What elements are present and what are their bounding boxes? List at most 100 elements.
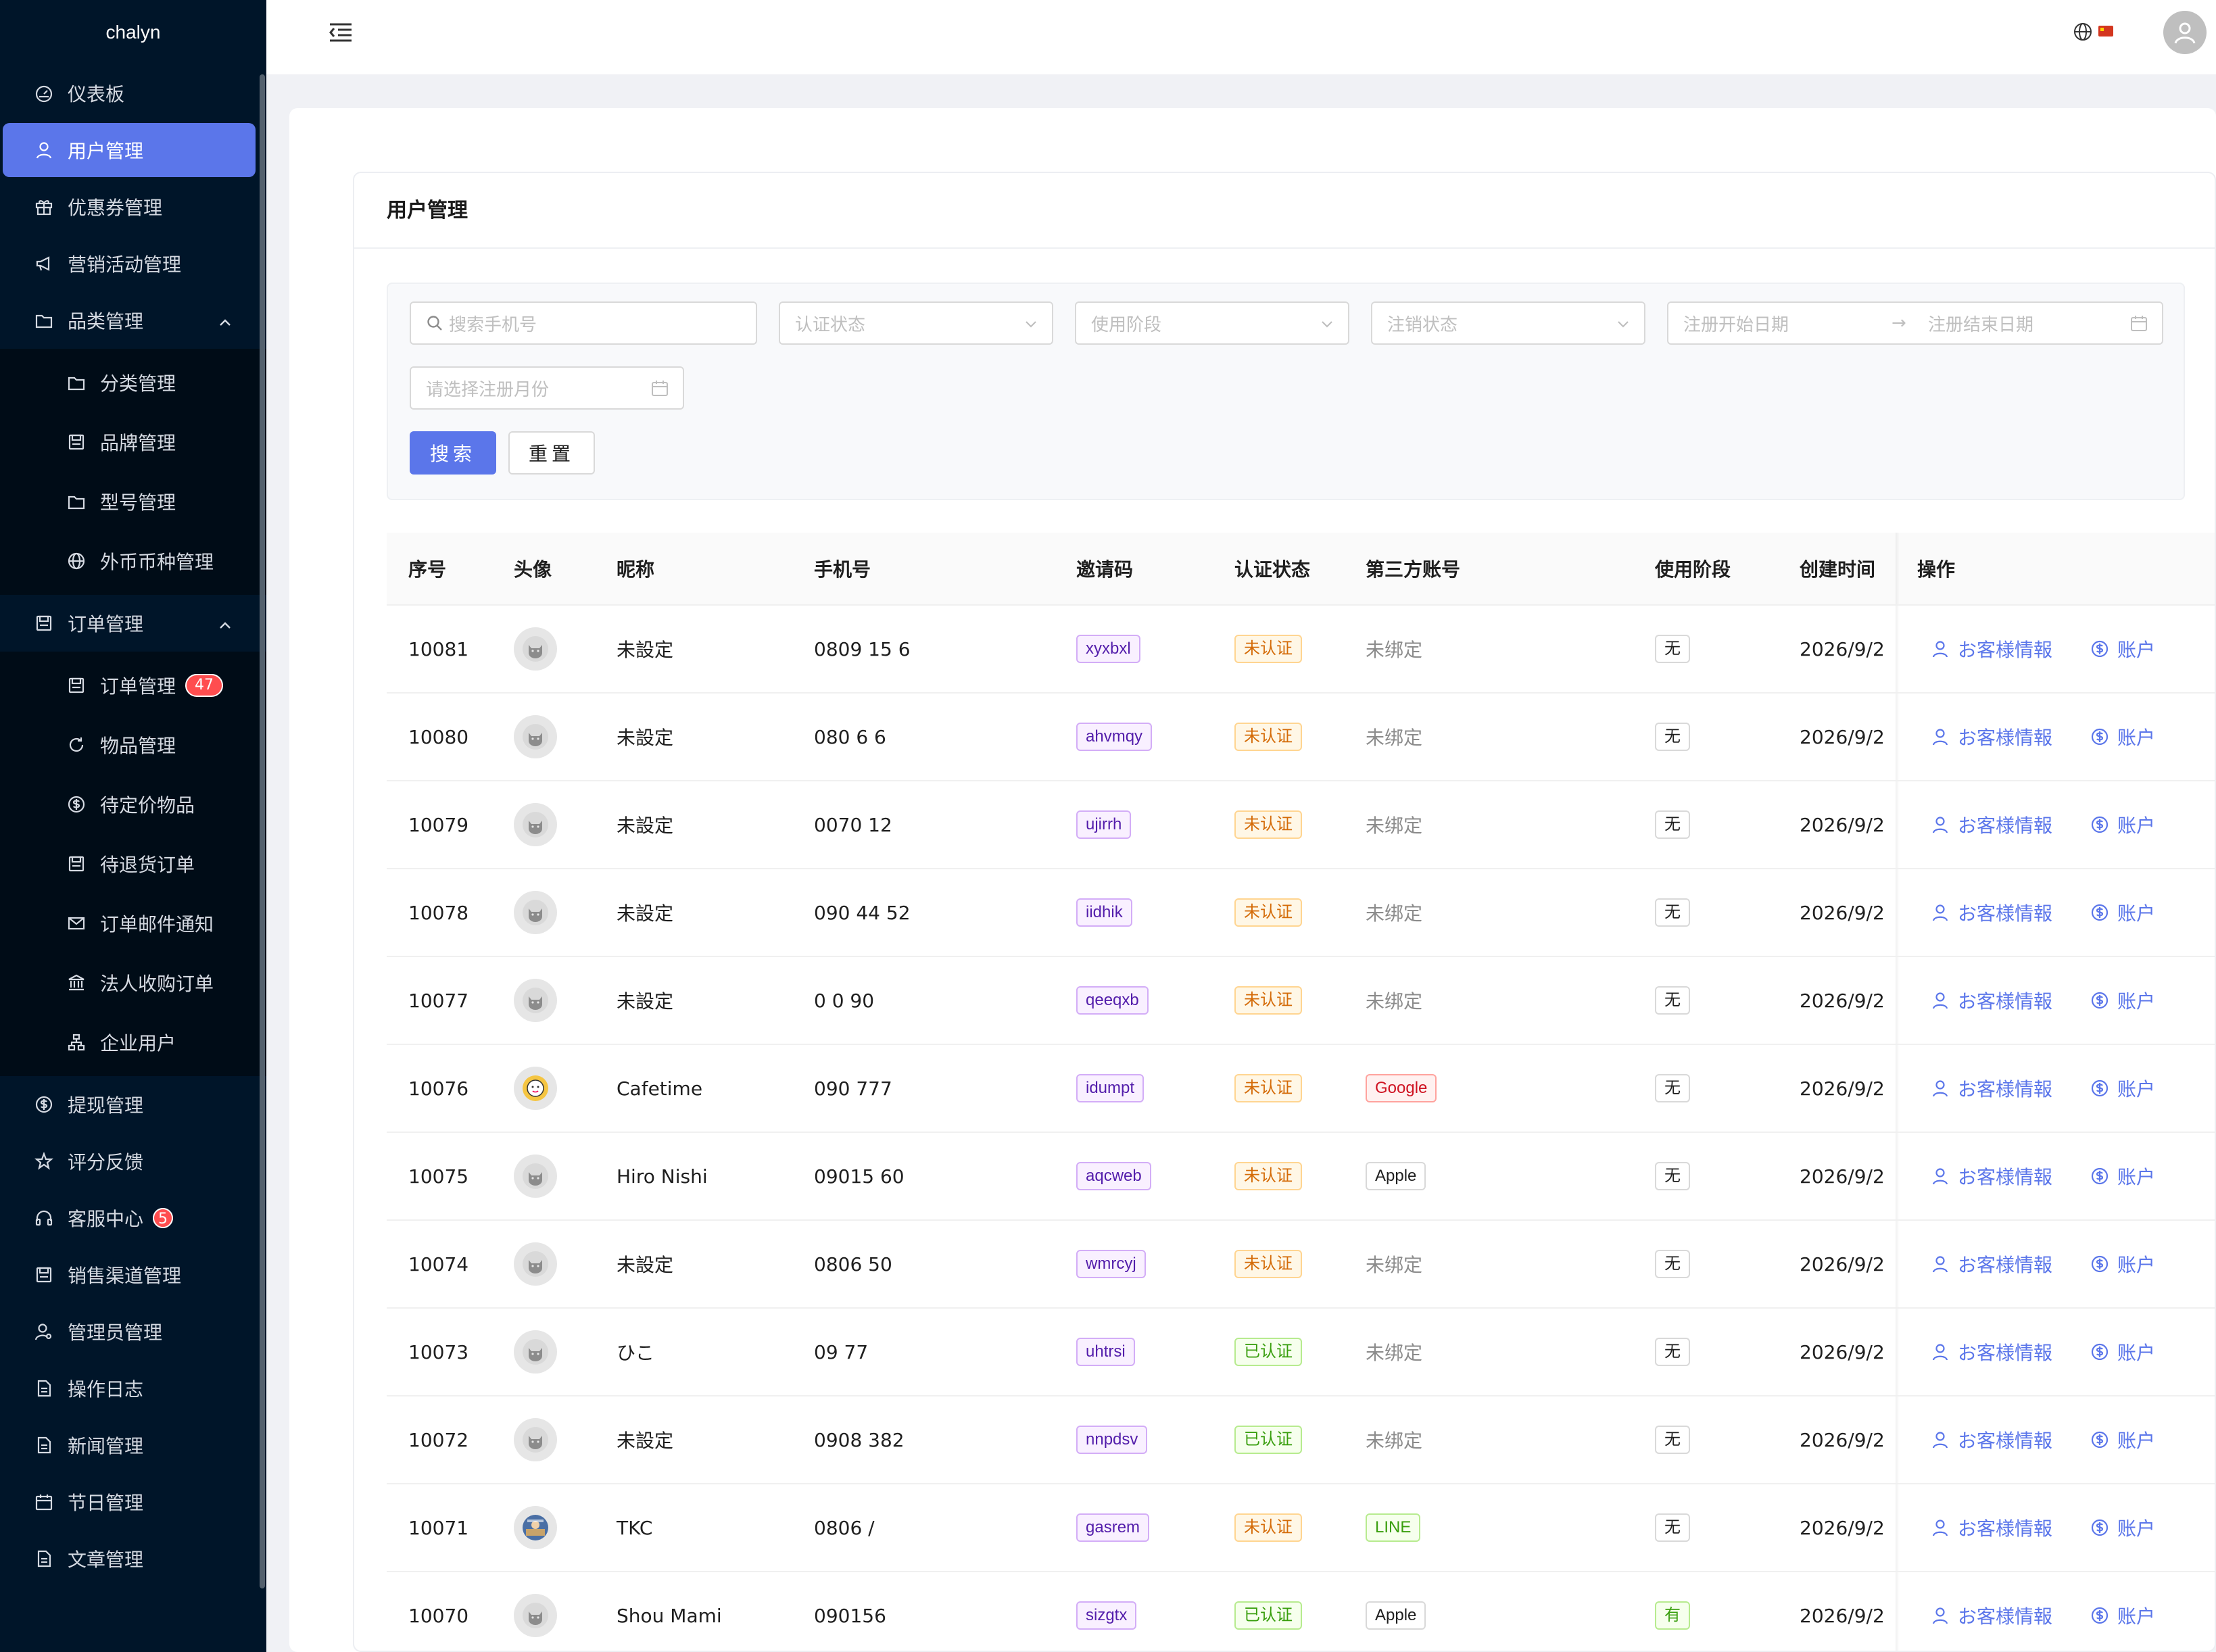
sidebar-item-19[interactable]: 客服中心 5 bbox=[0, 1190, 266, 1246]
customer-info-link[interactable]: お客様情報 bbox=[1931, 1514, 2052, 1541]
row-id: 10074 bbox=[408, 1253, 469, 1276]
table-row[interactable]: 10081 未設定 0809 15 6 xyxbxl 未认证 未绑定 无 2026/9/2 お客… bbox=[387, 606, 2215, 694]
end-date-placeholder[interactable]: 注册结束日期 bbox=[1928, 311, 2033, 336]
table-row[interactable]: 10074 未設定 0806 50 wmrcyj 未认证 未绑定 无 2026/9/2 お客様情… bbox=[387, 1221, 2215, 1309]
account-link[interactable]: 账户 bbox=[2090, 1426, 2155, 1453]
sidebar-item-3[interactable]: 营销活动管理 bbox=[0, 235, 266, 292]
sidebar-item-17[interactable]: 提现管理 bbox=[0, 1076, 266, 1133]
table-row[interactable]: 10072 未設定 0908 382 nnpdsv 已认证 未绑定 无 2026/9/2 お客様… bbox=[387, 1396, 2215, 1484]
sidebar-item-25[interactable]: 文章管理 bbox=[0, 1530, 266, 1587]
sidebar-item-5[interactable]: 分类管理 bbox=[0, 353, 266, 412]
sidebar-item-24[interactable]: 节日管理 bbox=[0, 1474, 266, 1530]
search-button[interactable]: 搜索 bbox=[410, 431, 496, 475]
sidebar-item-label: 新闻管理 bbox=[68, 1435, 144, 1457]
user-avatar-icon bbox=[514, 1418, 557, 1461]
sidebar-item-20[interactable]: 销售渠道管理 bbox=[0, 1246, 266, 1303]
sidebar-item-7[interactable]: 型号管理 bbox=[0, 472, 266, 531]
sidebar-item-4[interactable]: 品类管理 bbox=[0, 292, 266, 349]
sidebar-item-12[interactable]: 待定价物品 bbox=[0, 775, 266, 834]
sidebar-item-13[interactable]: 待退货订单 bbox=[0, 834, 266, 894]
usage-stage-select[interactable]: 使用阶段 bbox=[1075, 301, 1349, 345]
table-row[interactable]: 10077 未設定 0 0 90 qeeqxb 未认证 未绑定 无 2026/9/2 お客様情報… bbox=[387, 957, 2215, 1045]
sidebar-item-22[interactable]: 操作日志 bbox=[0, 1360, 266, 1417]
sidebar-item-9[interactable]: 订单管理 bbox=[0, 595, 266, 652]
account-link[interactable]: 账户 bbox=[2090, 635, 2155, 662]
sidebar-item-11[interactable]: 物品管理 bbox=[0, 715, 266, 775]
third-party-account: 未绑定 bbox=[1366, 815, 1423, 837]
user-avatar[interactable] bbox=[2163, 11, 2207, 54]
usage-stage-tag: 有 bbox=[1655, 1601, 1690, 1630]
customer-info-link[interactable]: お客様情報 bbox=[1931, 1250, 2052, 1278]
user-avatar-icon bbox=[514, 1594, 557, 1637]
customer-info-link[interactable]: お客様情報 bbox=[1931, 1426, 2052, 1453]
account-link[interactable]: 账户 bbox=[2090, 1163, 2155, 1190]
user-icon bbox=[1931, 1255, 1958, 1273]
third-party-account: 未绑定 bbox=[1366, 1430, 1423, 1452]
sidebar-item-8[interactable]: 外币币种管理 bbox=[0, 531, 266, 591]
sidebar-item-label: 用户管理 bbox=[68, 140, 144, 162]
language-globe-icon[interactable] bbox=[2073, 22, 2093, 42]
account-link[interactable]: 账户 bbox=[2090, 1514, 2155, 1541]
auth-status-select[interactable]: 认证状态 bbox=[779, 301, 1053, 345]
sidebar-item-1[interactable]: 用户管理 bbox=[3, 123, 256, 177]
sidebar-item-2[interactable]: 优惠券管理 bbox=[0, 178, 266, 235]
cancel-status-select[interactable]: 注销状态 bbox=[1371, 301, 1645, 345]
table-row[interactable]: 10073 ひこ 09 77 uhtrsi 已认证 未绑定 无 2026/9/2 お客様情報 账户 bbox=[387, 1309, 2215, 1396]
sidebar-item-0[interactable]: 仪表板 bbox=[0, 65, 266, 122]
dollar-icon bbox=[2090, 1079, 2117, 1098]
sidebar-item-21[interactable]: 管理员管理 bbox=[0, 1303, 266, 1360]
start-date-placeholder[interactable]: 注册开始日期 bbox=[1683, 311, 1789, 336]
app-logo[interactable]: chalyn bbox=[0, 0, 266, 65]
account-link[interactable]: 账户 bbox=[2090, 987, 2155, 1014]
account-link[interactable]: 账户 bbox=[2090, 1075, 2155, 1102]
sidebar-scrollbar[interactable] bbox=[260, 74, 265, 1588]
register-month-picker[interactable]: 请选择注册月份 bbox=[410, 366, 684, 410]
account-link[interactable]: 账户 bbox=[2090, 899, 2155, 926]
register-date-range-picker[interactable]: 注册开始日期 → 注册结束日期 bbox=[1667, 301, 2163, 345]
customer-info-link[interactable]: お客様情報 bbox=[1931, 899, 2052, 926]
user-icon bbox=[1931, 1518, 1958, 1537]
dollar-icon bbox=[2090, 1606, 2117, 1625]
phone-search-input[interactable]: 搜索手机号 bbox=[410, 301, 757, 345]
customer-info-link[interactable]: お客様情報 bbox=[1931, 1338, 2052, 1365]
table-row[interactable]: 10070 Shou Mami 090156 sizgtx 已认证 Apple 有 2026/… bbox=[387, 1572, 2215, 1651]
auth-status-tag: 已认证 bbox=[1234, 1338, 1302, 1366]
table-row[interactable]: 10076 Cafetime 090 777 idumpt 未认证 Google 无 2026… bbox=[387, 1045, 2215, 1133]
account-link[interactable]: 账户 bbox=[2090, 811, 2155, 838]
customer-info-link[interactable]: お客様情報 bbox=[1931, 635, 2052, 662]
account-link[interactable]: 账户 bbox=[2090, 1338, 2155, 1365]
sticky-column-divider bbox=[1896, 869, 1900, 956]
menu-fold-icon[interactable] bbox=[329, 22, 353, 43]
table-row[interactable]: 10071 TKC 0806 / gasrem 未认证 LINE 无 2026/9/2 お客様情… bbox=[387, 1484, 2215, 1572]
user-avatar-icon bbox=[514, 803, 557, 846]
table-row[interactable]: 10080 未設定 080 6 6 ahvmqy 未认证 未绑定 无 2026/9/2 お客様情… bbox=[387, 694, 2215, 781]
sidebar-item-6[interactable]: 品牌管理 bbox=[0, 412, 266, 472]
sidebar-item-16[interactable]: 企业用户 bbox=[0, 1013, 266, 1072]
sidebar-item-15[interactable]: 法人收购订单 bbox=[0, 953, 266, 1013]
sidebar-item-14[interactable]: 订单邮件通知 bbox=[0, 894, 266, 953]
china-flag-icon[interactable] bbox=[2098, 26, 2113, 37]
admin-icon bbox=[34, 1321, 54, 1342]
user-icon bbox=[1931, 815, 1958, 834]
customer-info-link[interactable]: お客様情報 bbox=[1931, 811, 2052, 838]
customer-info-link[interactable]: お客様情報 bbox=[1931, 1075, 2052, 1102]
sidebar-item-23[interactable]: 新闻管理 bbox=[0, 1417, 266, 1474]
customer-info-link[interactable]: お客様情報 bbox=[1931, 987, 2052, 1014]
account-link[interactable]: 账户 bbox=[2090, 1250, 2155, 1278]
file-icon bbox=[34, 1435, 54, 1455]
reset-button[interactable]: 重置 bbox=[508, 431, 595, 475]
sidebar-item-18[interactable]: 评分反馈 bbox=[0, 1133, 266, 1190]
table-body: 10081 未設定 0809 15 6 xyxbxl 未认证 未绑定无 2026/9/2 お客… bbox=[387, 606, 2215, 1651]
account-link[interactable]: 账户 bbox=[2090, 1602, 2155, 1629]
third-party-account: 未绑定 bbox=[1366, 727, 1423, 749]
table-row[interactable]: 10075 Hiro Nishi 09015 60 aqcweb 未认证 Apple 无 20… bbox=[387, 1133, 2215, 1221]
dollar-icon bbox=[2090, 991, 2117, 1010]
customer-info-link[interactable]: お客様情報 bbox=[1931, 1602, 2052, 1629]
account-link[interactable]: 账户 bbox=[2090, 723, 2155, 750]
auth-status-tag: 未认证 bbox=[1234, 1513, 1302, 1542]
table-row[interactable]: 10079 未設定 0070 12 ujirrh 未认证 未绑定 无 2026/9/2 お客様情… bbox=[387, 781, 2215, 869]
customer-info-link[interactable]: お客様情報 bbox=[1931, 723, 2052, 750]
sidebar-item-10[interactable]: 订单管理 47 bbox=[0, 656, 266, 715]
customer-info-link[interactable]: お客様情報 bbox=[1931, 1163, 2052, 1190]
table-row[interactable]: 10078 未設定 090 44 52 iidhik 未认证 未绑定 无 2026/9/2 お客… bbox=[387, 869, 2215, 957]
